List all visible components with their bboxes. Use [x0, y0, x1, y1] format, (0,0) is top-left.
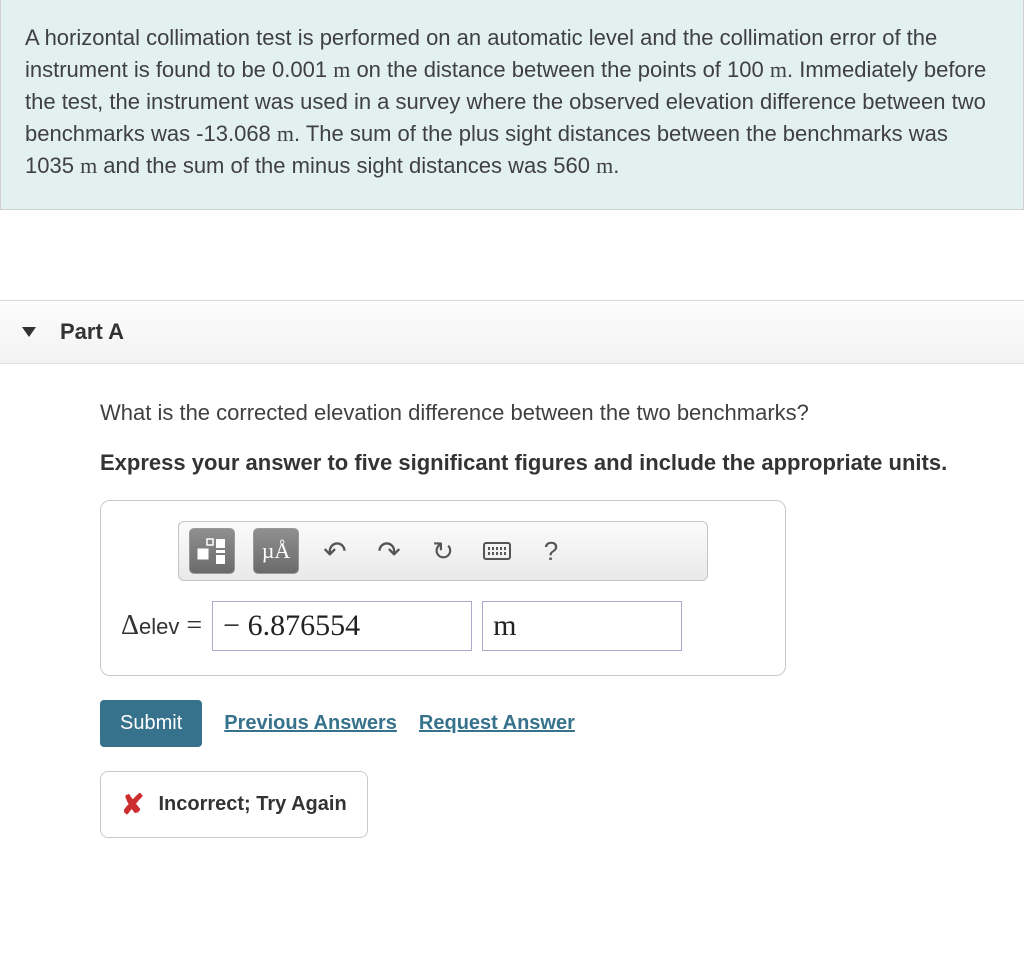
feedback-text: Incorrect; Try Again: [158, 793, 346, 816]
answer-row: Δelev =: [121, 601, 765, 651]
answer-unit-input[interactable]: [482, 601, 682, 651]
problem-statement: A horizontal collimation test is perform…: [0, 0, 1024, 210]
keyboard-button[interactable]: [479, 533, 515, 569]
submit-button[interactable]: Submit: [100, 700, 202, 747]
previous-answers-link[interactable]: Previous Answers: [224, 712, 397, 735]
keyboard-icon: [483, 542, 511, 560]
answer-value-input[interactable]: [212, 601, 472, 651]
problem-text: A horizontal collimation test is perform…: [25, 25, 986, 178]
incorrect-icon: ✘: [121, 788, 144, 821]
help-button[interactable]: ?: [533, 533, 569, 569]
answer-label: Δelev =: [121, 610, 202, 642]
templates-button[interactable]: [189, 528, 235, 574]
action-row: Submit Previous Answers Request Answer: [100, 700, 1024, 747]
instruction-text: Express your answer to five significant …: [100, 450, 1024, 476]
units-button[interactable]: µÅ: [253, 528, 299, 574]
part-title: Part A: [60, 319, 124, 345]
answer-box: µÅ ↶ ↷ ↻ ? Δelev =: [100, 500, 786, 676]
redo-button[interactable]: ↷: [371, 533, 407, 569]
undo-button[interactable]: ↶: [317, 533, 353, 569]
feedback-box: ✘ Incorrect; Try Again: [100, 771, 368, 838]
reset-button[interactable]: ↻: [425, 533, 461, 569]
question-text: What is the corrected elevation differen…: [100, 400, 1024, 426]
equation-toolbar: µÅ ↶ ↷ ↻ ?: [178, 521, 708, 581]
request-answer-link[interactable]: Request Answer: [419, 712, 575, 735]
part-header[interactable]: Part A: [0, 300, 1024, 364]
chevron-down-icon: [22, 327, 36, 337]
part-body: What is the corrected elevation differen…: [0, 364, 1024, 838]
